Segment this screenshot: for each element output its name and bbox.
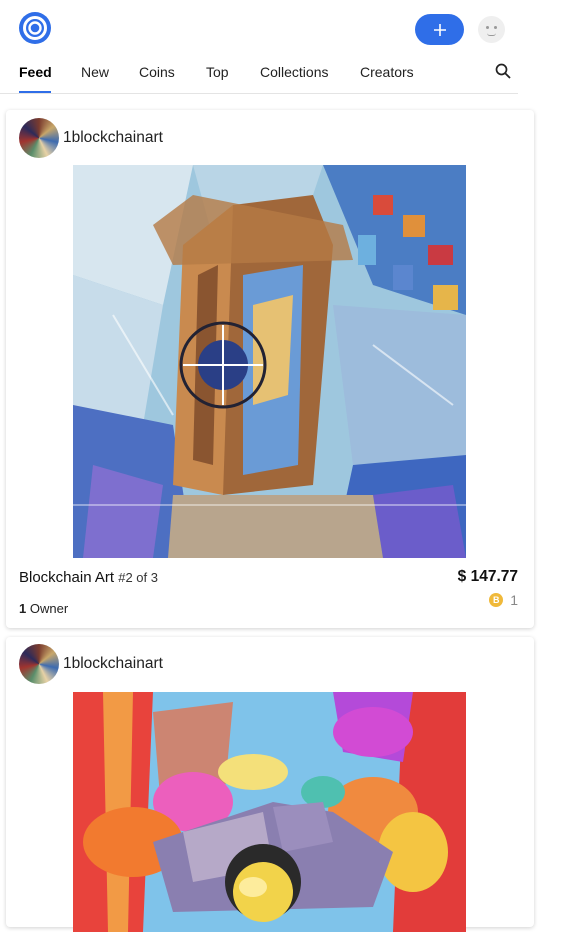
coin-count: 1 bbox=[510, 592, 518, 608]
post-card[interactable]: 1blockchainart bbox=[6, 110, 534, 628]
artwork-name: Blockchain Art bbox=[19, 569, 115, 586]
coin-holdings: B 1 bbox=[489, 592, 518, 608]
active-tab-indicator bbox=[19, 91, 51, 93]
artwork-title[interactable]: Blockchain Art #2 of 3 bbox=[19, 569, 158, 586]
owners-label: Owner bbox=[29, 601, 69, 616]
create-button[interactable] bbox=[415, 14, 464, 45]
artwork-image[interactable] bbox=[73, 692, 466, 932]
tab-top[interactable]: Top bbox=[206, 64, 229, 80]
post-card[interactable]: 1blockchainart bbox=[6, 637, 534, 932]
creator-avatar[interactable] bbox=[19, 644, 59, 684]
top-bar bbox=[0, 0, 561, 56]
avatar-eye-icon bbox=[494, 26, 497, 29]
profile-avatar[interactable] bbox=[478, 16, 505, 43]
tab-collections[interactable]: Collections bbox=[260, 64, 328, 80]
search-icon[interactable] bbox=[494, 62, 512, 80]
plus-icon bbox=[433, 23, 446, 36]
artwork-image[interactable] bbox=[73, 165, 466, 558]
artwork-edition: #2 of 3 bbox=[118, 570, 158, 585]
tab-feed[interactable]: Feed bbox=[19, 64, 52, 80]
creator-username[interactable]: 1blockchainart bbox=[63, 655, 163, 673]
creator-avatar[interactable] bbox=[19, 118, 59, 158]
artwork-price: $ 147.77 bbox=[457, 568, 518, 585]
feed-tabs: Feed New Coins Top Collections Creators bbox=[0, 56, 518, 94]
coin-icon: B bbox=[489, 593, 504, 607]
tab-creators[interactable]: Creators bbox=[360, 64, 414, 80]
owners-count: 1 Owner bbox=[19, 601, 68, 616]
avatar-mouth-icon bbox=[487, 33, 496, 36]
owners-number: 1 bbox=[19, 601, 27, 616]
creator-username[interactable]: 1blockchainart bbox=[63, 129, 163, 147]
tab-new[interactable]: New bbox=[81, 64, 109, 80]
tab-coins[interactable]: Coins bbox=[139, 64, 175, 80]
avatar-eye-icon bbox=[486, 26, 489, 29]
app-logo-icon[interactable] bbox=[19, 12, 51, 44]
